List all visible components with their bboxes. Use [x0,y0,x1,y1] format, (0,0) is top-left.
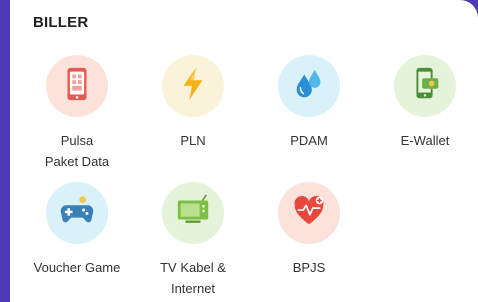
biller-item-pulsa[interactable]: Pulsa Paket Data [22,55,132,172]
biller-card: BILLER Pulsa Paket Data PLN PDAM E-Walle… [10,0,478,302]
section-title: BILLER [33,14,89,31]
health-heart-icon [290,192,328,235]
biller-item-tv-kabel[interactable]: TV Kabel & Internet [138,182,248,299]
biller-item-pln[interactable]: PLN [138,55,248,151]
biller-label: PLN [180,133,206,148]
biller-icon-circle [162,182,224,244]
biller-label: Voucher Game [33,260,121,275]
biller-item-pdam[interactable]: PDAM [254,55,364,151]
tv-icon [174,192,212,235]
biller-label: PDAM [290,133,328,148]
biller-icon-circle [46,182,108,244]
biller-label: TV Kabel & Internet [160,260,226,296]
water-drop-icon [290,65,328,108]
wallet-icon [406,65,444,108]
biller-label: BPJS [292,260,326,275]
biller-icon-circle [278,182,340,244]
biller-icon-circle [162,55,224,117]
gamepad-icon [58,192,96,235]
biller-label: Pulsa Paket Data [44,133,110,169]
biller-icon-circle [46,55,108,117]
phone-icon [58,65,96,108]
biller-item-voucher-game[interactable]: Voucher Game [22,182,132,278]
biller-item-bpjs[interactable]: BPJS [254,182,364,278]
lightning-icon [174,65,212,108]
biller-label: E-Wallet [400,133,450,148]
biller-icon-circle [394,55,456,117]
biller-icon-circle [278,55,340,117]
biller-item-ewallet[interactable]: E-Wallet [370,55,478,151]
